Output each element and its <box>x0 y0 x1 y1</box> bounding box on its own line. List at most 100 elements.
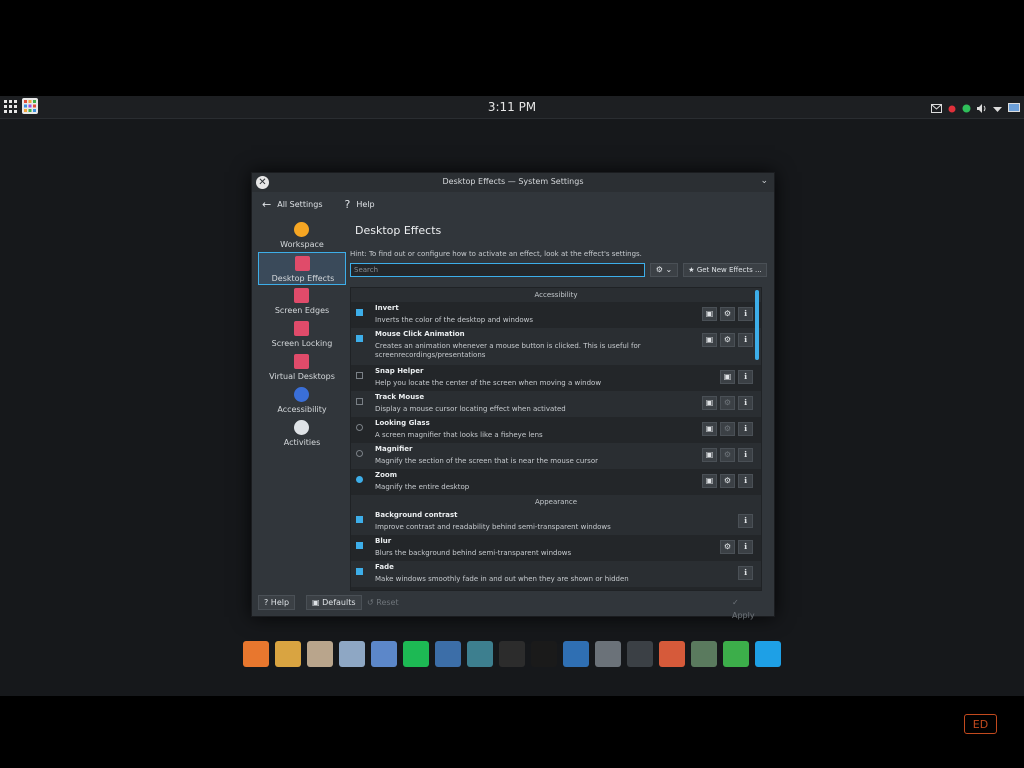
settings-icon[interactable] <box>371 641 397 667</box>
about-button[interactable]: ℹ <box>738 396 753 410</box>
music-icon[interactable] <box>467 641 493 667</box>
effect-checkbox[interactable] <box>356 398 363 405</box>
sidebar-item-screen-edges[interactable]: Screen Edges <box>258 285 346 318</box>
effect-radio[interactable] <box>356 450 363 457</box>
files-icon[interactable] <box>339 641 365 667</box>
effect-checkbox[interactable] <box>356 516 363 523</box>
sidebar-item-workspace[interactable]: Workspace <box>258 219 346 252</box>
configure-button[interactable]: ⚙ <box>720 540 735 554</box>
chevron-down-icon[interactable]: ⌄ <box>760 176 768 186</box>
reset-button[interactable]: ↺ Reset <box>361 595 405 610</box>
volume-icon[interactable] <box>977 98 987 117</box>
scrollbar-thumb[interactable] <box>755 290 759 360</box>
sidebar-item-label: Desktop Effects <box>271 274 335 283</box>
search-input[interactable]: Search <box>350 263 645 277</box>
effect-row[interactable]: Mouse Click Animation Creates an animatio… <box>351 328 761 365</box>
video-button[interactable]: ▣ <box>702 307 717 321</box>
effect-actions: ▣ ⚙ ℹ <box>702 396 753 410</box>
video-button[interactable]: ▣ <box>702 422 717 436</box>
effect-description: Improve contrast and readability behind … <box>375 523 611 531</box>
file-manager-icon[interactable] <box>307 641 333 667</box>
effect-row[interactable]: Track Mouse Display a mouse cursor locati… <box>351 391 761 417</box>
help-button-label: Help <box>270 598 290 607</box>
clock[interactable]: 3:11 PM <box>0 100 1024 114</box>
about-button[interactable]: ℹ <box>738 474 753 488</box>
firefox-icon[interactable] <box>243 641 269 667</box>
dropdown-icon[interactable] <box>993 98 1002 117</box>
record-icon[interactable] <box>948 98 956 117</box>
effect-radio[interactable] <box>356 424 363 431</box>
scrollbar[interactable] <box>754 288 760 588</box>
configure-button[interactable]: ⚙ <box>720 448 735 462</box>
effect-row[interactable]: Looking Glass A screen magnifier that loo… <box>351 417 761 443</box>
window-titlebar[interactable]: ✕ Desktop Effects — System Settings ⌄ <box>252 173 774 192</box>
configure-button[interactable]: ⚙ <box>720 333 735 347</box>
screen-icon[interactable] <box>1008 98 1020 117</box>
effect-row[interactable]: Zoom Magnify the entire desktop ▣ ⚙ ℹ <box>351 469 761 495</box>
effect-checkbox[interactable] <box>356 542 363 549</box>
effect-actions: ▣ ⚙ ℹ <box>702 333 753 347</box>
sidebar-item-desktop-effects[interactable]: Desktop Effects <box>258 252 346 285</box>
linux-icon[interactable] <box>531 641 557 667</box>
configure-button[interactable]: ⚙ <box>720 307 735 321</box>
help-button[interactable]: ? Help <box>258 595 296 610</box>
sidebar-item-screen-locking[interactable]: Screen Locking <box>258 318 346 351</box>
windows-icon[interactable] <box>755 641 781 667</box>
obs-icon[interactable] <box>499 641 525 667</box>
mail-icon[interactable] <box>931 98 942 117</box>
system-monitor-icon[interactable] <box>691 641 717 667</box>
calculator-icon[interactable] <box>595 641 621 667</box>
about-button[interactable]: ℹ <box>738 514 753 528</box>
help-link[interactable]: Help <box>356 200 374 209</box>
defaults-button[interactable]: ▣ Defaults <box>306 595 362 610</box>
get-new-effects-button[interactable]: ★ Get New Effects ... <box>683 263 767 277</box>
sidebar-item-virtual-desktops[interactable]: Virtual Desktops <box>258 351 346 384</box>
effect-row[interactable]: Magnifier Magnify the section of the scre… <box>351 443 761 469</box>
network-icon[interactable] <box>962 98 971 117</box>
effect-description: Help you locate the center of the screen… <box>375 379 602 387</box>
update-icon[interactable] <box>723 641 749 667</box>
video-button[interactable]: ▣ <box>702 448 717 462</box>
filter-menu-button[interactable]: ⚙ ⌄ <box>650 263 678 277</box>
effects-list[interactable]: Accessibility Invert Inverts the color of … <box>350 287 762 591</box>
sidebar-item-accessibility[interactable]: Accessibility <box>258 384 346 417</box>
sidebar-item-activities[interactable]: Activities <box>258 417 346 450</box>
effect-row[interactable]: Fade Make windows smoothly fade in and ou… <box>351 561 761 587</box>
about-button[interactable]: ℹ <box>738 307 753 321</box>
simplenote-icon[interactable] <box>563 641 589 667</box>
effect-checkbox[interactable] <box>356 568 363 575</box>
effect-row[interactable]: Blur Blurs the background behind semi-tra… <box>351 535 761 561</box>
about-button[interactable]: ℹ <box>738 422 753 436</box>
apply-button[interactable]: ✓ Apply <box>726 595 768 620</box>
about-button[interactable]: ℹ <box>738 540 753 554</box>
spotify-icon[interactable] <box>403 641 429 667</box>
configure-button[interactable]: ⚙ <box>720 422 735 436</box>
video-editor-icon[interactable] <box>435 641 461 667</box>
about-button[interactable]: ℹ <box>738 333 753 347</box>
effect-checkbox[interactable] <box>356 372 363 379</box>
effect-row[interactable]: Background contrast Improve contrast and … <box>351 509 761 535</box>
about-button[interactable]: ℹ <box>738 370 753 384</box>
effect-description: Creates an animation whenever a mouse bu… <box>375 342 641 359</box>
video-button[interactable]: ▣ <box>702 333 717 347</box>
help-icon[interactable]: ? <box>345 198 351 211</box>
effect-radio[interactable] <box>356 476 363 483</box>
video-button[interactable]: ▣ <box>702 396 717 410</box>
effect-row[interactable]: Snap Helper Help you locate the center of… <box>351 365 761 391</box>
back-arrow-icon[interactable]: ← <box>262 198 271 211</box>
system-settings-icon[interactable] <box>659 641 685 667</box>
effect-row[interactable]: Invert Inverts the color of the desktop a… <box>351 302 761 328</box>
effect-checkbox[interactable] <box>356 309 363 316</box>
all-settings-link[interactable]: All Settings <box>277 200 322 209</box>
effect-actions: ⚙ ℹ <box>720 540 753 554</box>
video-button[interactable]: ▣ <box>720 370 735 384</box>
about-button[interactable]: ℹ <box>738 566 753 580</box>
terminal-icon[interactable] <box>627 641 653 667</box>
configure-button[interactable]: ⚙ <box>720 396 735 410</box>
effect-checkbox[interactable] <box>356 335 363 342</box>
about-button[interactable]: ℹ <box>738 448 753 462</box>
video-button[interactable]: ▣ <box>702 474 717 488</box>
effect-actions: ▣ ℹ <box>720 370 753 384</box>
chrome-icon[interactable] <box>275 641 301 667</box>
configure-button[interactable]: ⚙ <box>720 474 735 488</box>
